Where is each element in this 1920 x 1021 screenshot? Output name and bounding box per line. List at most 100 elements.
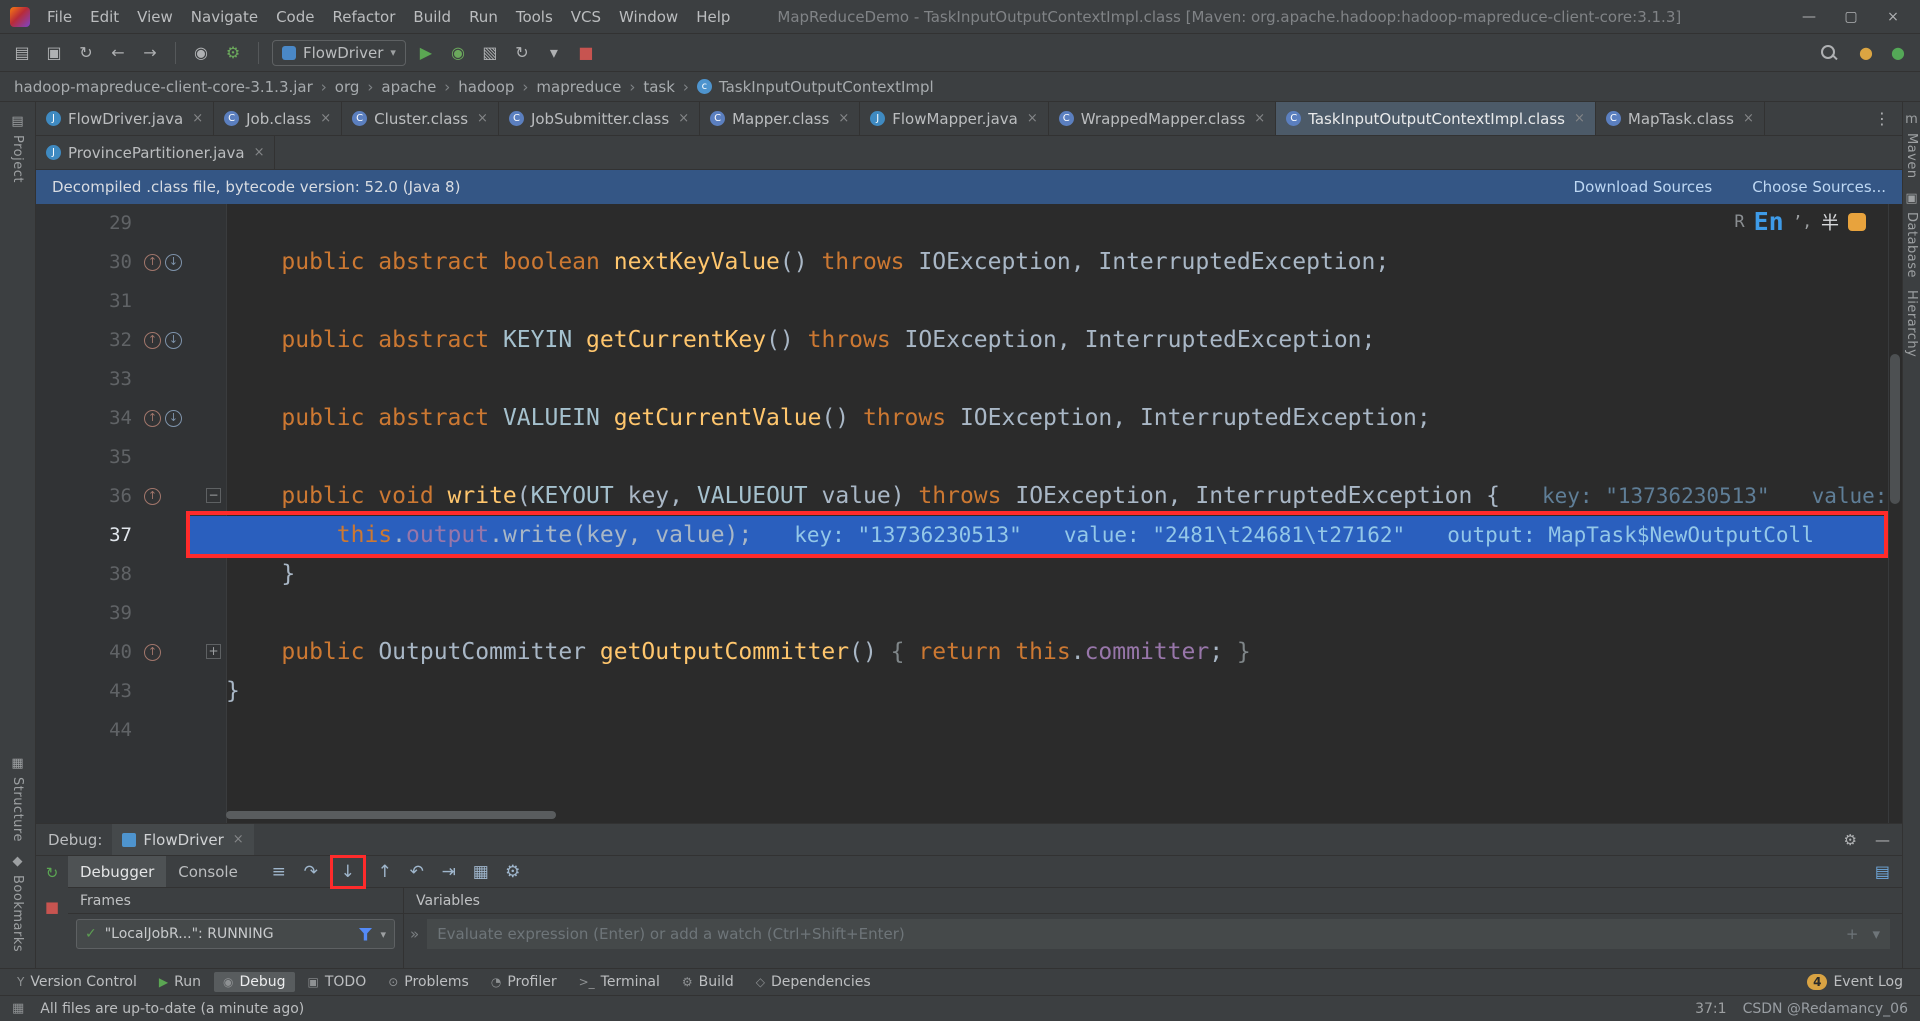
scrollbar-thumb[interactable] — [1890, 354, 1900, 504]
back-icon[interactable]: ← — [106, 41, 130, 65]
line-number[interactable]: 43 — [36, 672, 136, 711]
menu-navigate[interactable]: Navigate — [182, 0, 267, 33]
menu-window[interactable]: Window — [610, 0, 687, 33]
menu-refactor[interactable]: Refactor — [323, 0, 404, 33]
coverage-icon[interactable]: ▧ — [478, 41, 502, 65]
tab-console[interactable]: Console — [166, 856, 250, 887]
menu-vcs[interactable]: VCS — [562, 0, 610, 33]
run-icon[interactable]: ▶ — [414, 41, 438, 65]
maximize-icon[interactable]: ▢ — [1830, 0, 1872, 34]
minimize-icon[interactable]: — — [1788, 0, 1830, 34]
menu-view[interactable]: View — [128, 0, 182, 33]
tab-debugger[interactable]: Debugger — [68, 856, 167, 887]
implement-marker-icon[interactable]: ↓ — [165, 410, 182, 427]
menu-build[interactable]: Build — [404, 0, 460, 33]
version-control-tool-button[interactable]: Y Version Control — [8, 972, 146, 992]
menu-edit[interactable]: Edit — [81, 0, 128, 33]
override-marker-icon[interactable]: ↑ — [144, 254, 161, 271]
sync-icon[interactable]: ↻ — [74, 41, 98, 65]
show-execution-point-icon[interactable]: ≡ — [266, 859, 292, 885]
view-options-icon[interactable]: ⚙ — [500, 859, 526, 885]
profiler-icon[interactable]: ↻ — [510, 41, 534, 65]
code-line-40[interactable]: 40 ↑ + public OutputCommitter getOutputComm… — [36, 633, 1888, 672]
menu-file[interactable]: File — [38, 0, 81, 33]
editor-tab-wrappedmapper-class[interactable]: C WrappedMapper.class × — [1049, 102, 1277, 135]
ime-punctuation[interactable]: ’, — [1793, 212, 1812, 231]
override-marker-icon[interactable]: ↑ — [144, 488, 161, 505]
save-all-icon[interactable]: ▣ — [42, 41, 66, 65]
code-line-37[interactable]: 37 this.output.write(key, value); key: "13… — [36, 516, 1888, 555]
chevron-down-icon[interactable]: ▾ — [1872, 925, 1880, 943]
tool-stripe-database[interactable]: Database — [1904, 212, 1919, 278]
breadcrumb-item[interactable]: TaskInputOutputContextImpl — [717, 78, 936, 96]
editor-tab-flowdriver-java[interactable]: J FlowDriver.java × — [36, 102, 215, 135]
search-icon[interactable] — [1820, 44, 1838, 62]
ime-language-indicator[interactable]: En — [1754, 207, 1784, 236]
editor-tab-job-class[interactable]: C Job.class × — [214, 102, 343, 135]
breadcrumb-item[interactable]: mapreduce — [534, 78, 623, 96]
inspect-wrench-icon[interactable]: ⚙ — [221, 41, 245, 65]
line-number[interactable]: 35 — [36, 438, 136, 477]
thread-selector[interactable]: ✓ "LocalJobR...": RUNNING ▾ — [76, 919, 395, 949]
code-line-39[interactable]: 39 — [36, 594, 1888, 633]
code-line-35[interactable]: 35 — [36, 438, 1888, 477]
event-log-button[interactable]: 4 Event Log — [1798, 972, 1912, 992]
fold-marker[interactable]: + — [206, 644, 221, 659]
step-out-icon[interactable]: ↑ — [372, 859, 398, 885]
dependencies-tool-button[interactable]: ◇ Dependencies — [747, 972, 880, 992]
close-icon[interactable]: × — [477, 111, 488, 126]
breadcrumb-item[interactable]: apache — [379, 78, 438, 96]
plugin-icon[interactable]: ● — [1886, 41, 1910, 65]
menu-run[interactable]: Run — [460, 0, 507, 33]
expand-chevrons-icon[interactable]: » — [410, 925, 419, 943]
editor-tab-cluster-class[interactable]: C Cluster.class × — [342, 102, 499, 135]
menu-code[interactable]: Code — [267, 0, 323, 33]
close-icon[interactable]: × — [1027, 111, 1038, 126]
ime-badge-icon[interactable] — [1848, 212, 1866, 231]
code-line-34[interactable]: 34 ↑ ↓ public abstract VALUEIN getCurrentVa… — [36, 399, 1888, 438]
close-icon[interactable]: × — [678, 111, 689, 126]
add-watch-icon[interactable]: + — [1846, 925, 1859, 943]
rerun-icon[interactable]: ↻ — [46, 864, 59, 882]
tool-window-switcher-icon[interactable]: ▦ — [12, 1001, 24, 1016]
vertical-scrollbar[interactable] — [1888, 204, 1902, 823]
debug-tool-button[interactable]: ◉ Debug — [213, 972, 295, 992]
stop-icon[interactable]: ■ — [574, 41, 598, 65]
close-icon[interactable]: × — [1574, 111, 1585, 126]
caret-position[interactable]: 37:1 — [1695, 1001, 1726, 1017]
step-over-icon[interactable]: ↷ — [298, 859, 324, 885]
code-editor[interactable]: 29 30 ↑ ↓ public abstract boolean nextKeyVal… — [36, 204, 1902, 823]
menu-tools[interactable]: Tools — [507, 0, 562, 33]
close-icon[interactable]: × — [1254, 111, 1265, 126]
override-marker-icon[interactable]: ↑ — [144, 410, 161, 427]
gear-icon[interactable]: ⚙ — [1844, 831, 1857, 849]
code-line-38[interactable]: 38} — [36, 555, 1888, 594]
tool-stripe-maven[interactable]: Maven — [1904, 133, 1919, 179]
code-line-30[interactable]: 30 ↑ ↓ public abstract boolean nextKeyValue… — [36, 243, 1888, 282]
editor-tab-jobsubmitter-class[interactable]: C JobSubmitter.class × — [499, 102, 701, 135]
code-line-32[interactable]: 32 ↑ ↓ public abstract KEYIN getCurrentKey(… — [36, 321, 1888, 360]
implement-marker-icon[interactable]: ↓ — [165, 332, 182, 349]
terminal-tool-button[interactable]: >_ Terminal — [570, 972, 669, 992]
chevron-down-icon[interactable]: ▾ — [380, 928, 386, 941]
tool-stripe-bookmarks[interactable]: Bookmarks — [10, 875, 25, 952]
problems-tool-button[interactable]: ⊙ Problems — [379, 972, 478, 992]
line-number[interactable]: 32 — [36, 321, 136, 360]
line-number[interactable]: 30 — [36, 243, 136, 282]
line-number[interactable]: 39 — [36, 594, 136, 633]
build-tool-button[interactable]: ⚙ Build — [673, 972, 743, 992]
tool-stripe-hierarchy[interactable]: Hierarchy — [1904, 290, 1919, 357]
code-line-43[interactable]: 43} — [36, 672, 1888, 711]
run-to-cursor-icon[interactable]: ⇥ — [436, 859, 462, 885]
evaluate-expression-icon[interactable]: ▦ — [468, 859, 494, 885]
editor-tab-flowmapper-java[interactable]: J FlowMapper.java × — [860, 102, 1049, 135]
download-sources-link[interactable]: Download Sources — [1574, 178, 1713, 196]
fold-marker[interactable]: − — [206, 488, 221, 503]
line-number[interactable]: 33 — [36, 360, 136, 399]
line-number[interactable]: 36 — [36, 477, 136, 516]
debug-icon[interactable]: ◉ — [446, 41, 470, 65]
code-line-36[interactable]: 36 ↑ − public void write(KEYOUT key, VALUEO… — [36, 477, 1888, 516]
hide-panel-icon[interactable]: — — [1875, 831, 1890, 849]
horizontal-scrollbar[interactable] — [226, 811, 556, 819]
todo-tool-button[interactable]: ▣ TODO — [299, 972, 376, 992]
